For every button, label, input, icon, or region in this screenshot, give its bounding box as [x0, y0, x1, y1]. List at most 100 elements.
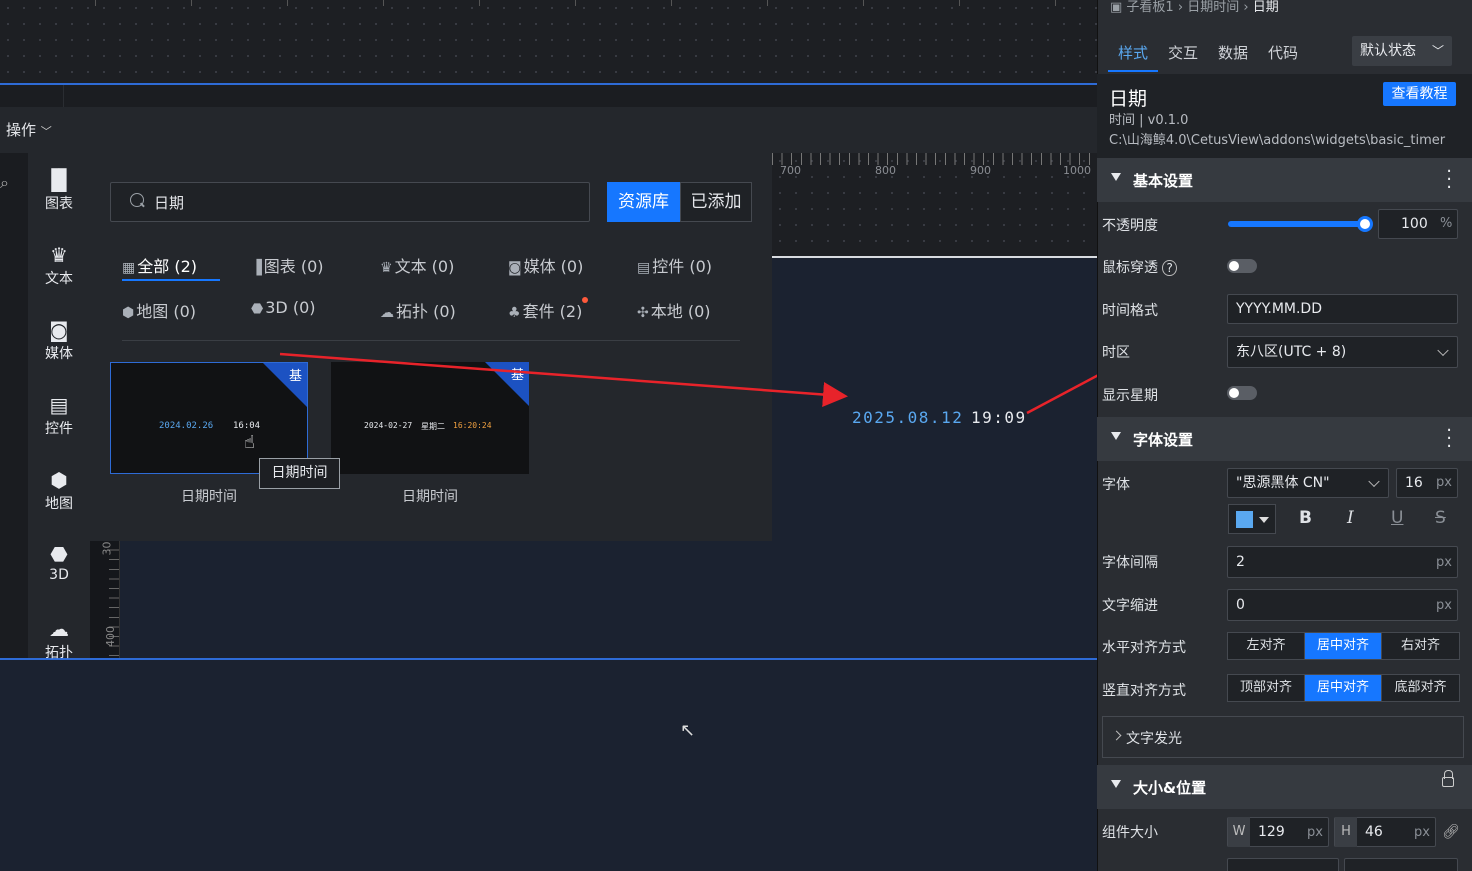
- tab-text[interactable]: ♛ 文本 (0): [380, 253, 454, 277]
- align-right-button[interactable]: 右对齐: [1382, 633, 1459, 659]
- align-top-button[interactable]: 顶部对齐: [1228, 675, 1305, 701]
- text-indent-unit: px: [1436, 598, 1452, 613]
- added-button[interactable]: 已添加: [680, 182, 752, 222]
- category-item-topology[interactable]: ☁ 拓扑: [28, 618, 90, 662]
- active-tab-underline: [122, 279, 220, 281]
- search-input[interactable]: [154, 190, 574, 214]
- canvas-strip: [0, 85, 1097, 107]
- vertical-align-label: 竖直对齐方式: [1102, 683, 1186, 699]
- top-canvas-area[interactable]: [0, 0, 1097, 84]
- section-size-position[interactable]: 大小&位置: [1097, 765, 1472, 809]
- tab-topology[interactable]: ☁ 拓扑 (0): [380, 298, 456, 322]
- preview-date[interactable]: 2025.08.12: [852, 408, 963, 427]
- board-icon: ▣: [1110, 0, 1127, 15]
- font-family-value: "思源黑体 CN": [1236, 475, 1330, 491]
- category-label: 媒体: [45, 346, 73, 362]
- align-bottom-button[interactable]: 底部对齐: [1382, 675, 1459, 701]
- section-font-settings[interactable]: 字体设置 · · ·: [1097, 417, 1472, 461]
- text-indent-input[interactable]: 0: [1227, 589, 1458, 621]
- card-label: 日期时间: [181, 489, 237, 505]
- mouse-through-toggle[interactable]: [1227, 259, 1257, 273]
- operations-menu[interactable]: 操作 ﹀: [6, 119, 52, 140]
- card-time: 16:20:24: [453, 421, 492, 430]
- bold-button[interactable]: B: [1299, 508, 1312, 528]
- category-item-3d[interactable]: ⬣ 3D: [28, 543, 90, 583]
- horizontal-align-group: 左对齐 居中对齐 右对齐: [1227, 632, 1460, 660]
- tab-all[interactable]: ▦ 全部 (2): [122, 253, 197, 277]
- opacity-slider[interactable]: [1228, 221, 1366, 227]
- opacity-unit: %: [1440, 216, 1453, 231]
- breadcrumb-item[interactable]: 日期时间: [1187, 0, 1239, 15]
- category-item-media[interactable]: ◙ 媒体: [28, 319, 90, 363]
- tab-data[interactable]: 数据: [1218, 42, 1248, 63]
- tab-chart[interactable]: ▐ 图表 (0): [251, 253, 324, 277]
- widget-title: 日期: [1109, 88, 1148, 110]
- tab-control[interactable]: ▤ 控件 (0): [637, 253, 712, 277]
- card-date: 2024-02-27: [364, 421, 413, 430]
- category-item-control[interactable]: ▤ 控件: [28, 394, 90, 438]
- text-icon: ♛: [50, 243, 68, 267]
- tab-style[interactable]: 样式: [1118, 42, 1148, 63]
- library-button[interactable]: 资源库: [607, 182, 680, 222]
- align-left-button[interactable]: 左对齐: [1228, 633, 1305, 659]
- category-item-map[interactable]: ⬢ 地图: [28, 469, 90, 513]
- chevron-down-icon: ﹀: [1431, 44, 1444, 58]
- tab-media[interactable]: ◙ 媒体 (0): [508, 253, 583, 277]
- underline-button[interactable]: U: [1391, 508, 1403, 528]
- timezone-select[interactable]: 东八区(UTC + 8): [1227, 336, 1458, 368]
- widget-size-label: 组件大小: [1102, 825, 1158, 841]
- font-family-select[interactable]: "思源黑体 CN": [1227, 468, 1389, 498]
- ruler-label: 800: [875, 164, 896, 177]
- category-label: 文本: [45, 271, 73, 287]
- bottom-canvas-area[interactable]: [0, 660, 1097, 871]
- more-vertical-icon[interactable]: · · ·: [1446, 422, 1452, 456]
- opacity-slider-handle[interactable]: [1357, 216, 1373, 232]
- more-vertical-icon[interactable]: · · ·: [1446, 163, 1452, 197]
- category-item-chart[interactable]: ▐▌ 图表: [28, 169, 90, 213]
- tab-suite[interactable]: ♣ 套件 (2): [508, 298, 582, 322]
- breadcrumb-current: 日期: [1252, 0, 1279, 15]
- breadcrumb-item[interactable]: 子看板1: [1126, 0, 1173, 15]
- tab-map[interactable]: ⬢ 地图 (0): [122, 298, 196, 322]
- italic-button[interactable]: I: [1347, 508, 1354, 528]
- card-label: 日期时间: [402, 489, 458, 505]
- horizontal-ruler: [772, 153, 1092, 165]
- align-middle-button[interactable]: 居中对齐: [1305, 675, 1382, 701]
- tutorial-button[interactable]: 查看教程: [1383, 82, 1456, 106]
- media-icon: ◙: [49, 318, 69, 342]
- position-y-input[interactable]: [1344, 858, 1458, 871]
- tab-interaction[interactable]: 交互: [1168, 42, 1198, 63]
- letter-spacing-input[interactable]: 2: [1227, 546, 1458, 578]
- link-icon[interactable]: 🔗︎: [1442, 824, 1460, 840]
- horizontal-align-label: 水平对齐方式: [1102, 640, 1186, 656]
- position-x-input[interactable]: [1227, 858, 1339, 871]
- search-icon[interactable]: ⌕: [0, 173, 9, 193]
- suite-icon: ♣: [508, 305, 521, 321]
- section-title: 字体设置: [1133, 431, 1194, 449]
- time-format-input[interactable]: YYYY.MM.DD: [1227, 294, 1458, 324]
- section-basic-settings[interactable]: 基本设置 · · ·: [1097, 158, 1472, 202]
- show-week-label: 显示星期: [1102, 388, 1158, 404]
- lock-icon[interactable]: [1442, 770, 1454, 787]
- widget-card-datetime-2[interactable]: 基 2024-02-27 星期二 16:20:24: [331, 362, 529, 474]
- align-center-button[interactable]: 居中对齐: [1305, 633, 1382, 659]
- collapse-triangle-icon: [1111, 173, 1121, 181]
- category-item-text[interactable]: ♛ 文本: [28, 244, 90, 288]
- height-value: 46: [1365, 824, 1383, 840]
- text-indent-value: 0: [1236, 597, 1245, 613]
- font-color-picker[interactable]: [1228, 504, 1276, 534]
- text-icon: ♛: [380, 260, 393, 276]
- state-select[interactable]: 默认状态 ﹀: [1352, 36, 1452, 66]
- canvas-boundary-line: [772, 256, 1097, 258]
- height-unit: px: [1414, 825, 1430, 840]
- show-week-toggle[interactable]: [1227, 386, 1257, 400]
- tab-code[interactable]: 代码: [1268, 42, 1298, 63]
- text-indent-label: 文字缩进: [1102, 598, 1158, 614]
- map-icon: ⬢: [50, 468, 68, 492]
- strikethrough-button[interactable]: S: [1435, 508, 1446, 528]
- preview-time[interactable]: 19:09: [971, 408, 1027, 427]
- width-tag: W: [1228, 817, 1250, 847]
- help-icon[interactable]: ?: [1162, 260, 1177, 276]
- tab-3d[interactable]: ⬣ 3D (0): [251, 298, 315, 317]
- tab-local[interactable]: ✣ 本地 (0): [637, 298, 711, 322]
